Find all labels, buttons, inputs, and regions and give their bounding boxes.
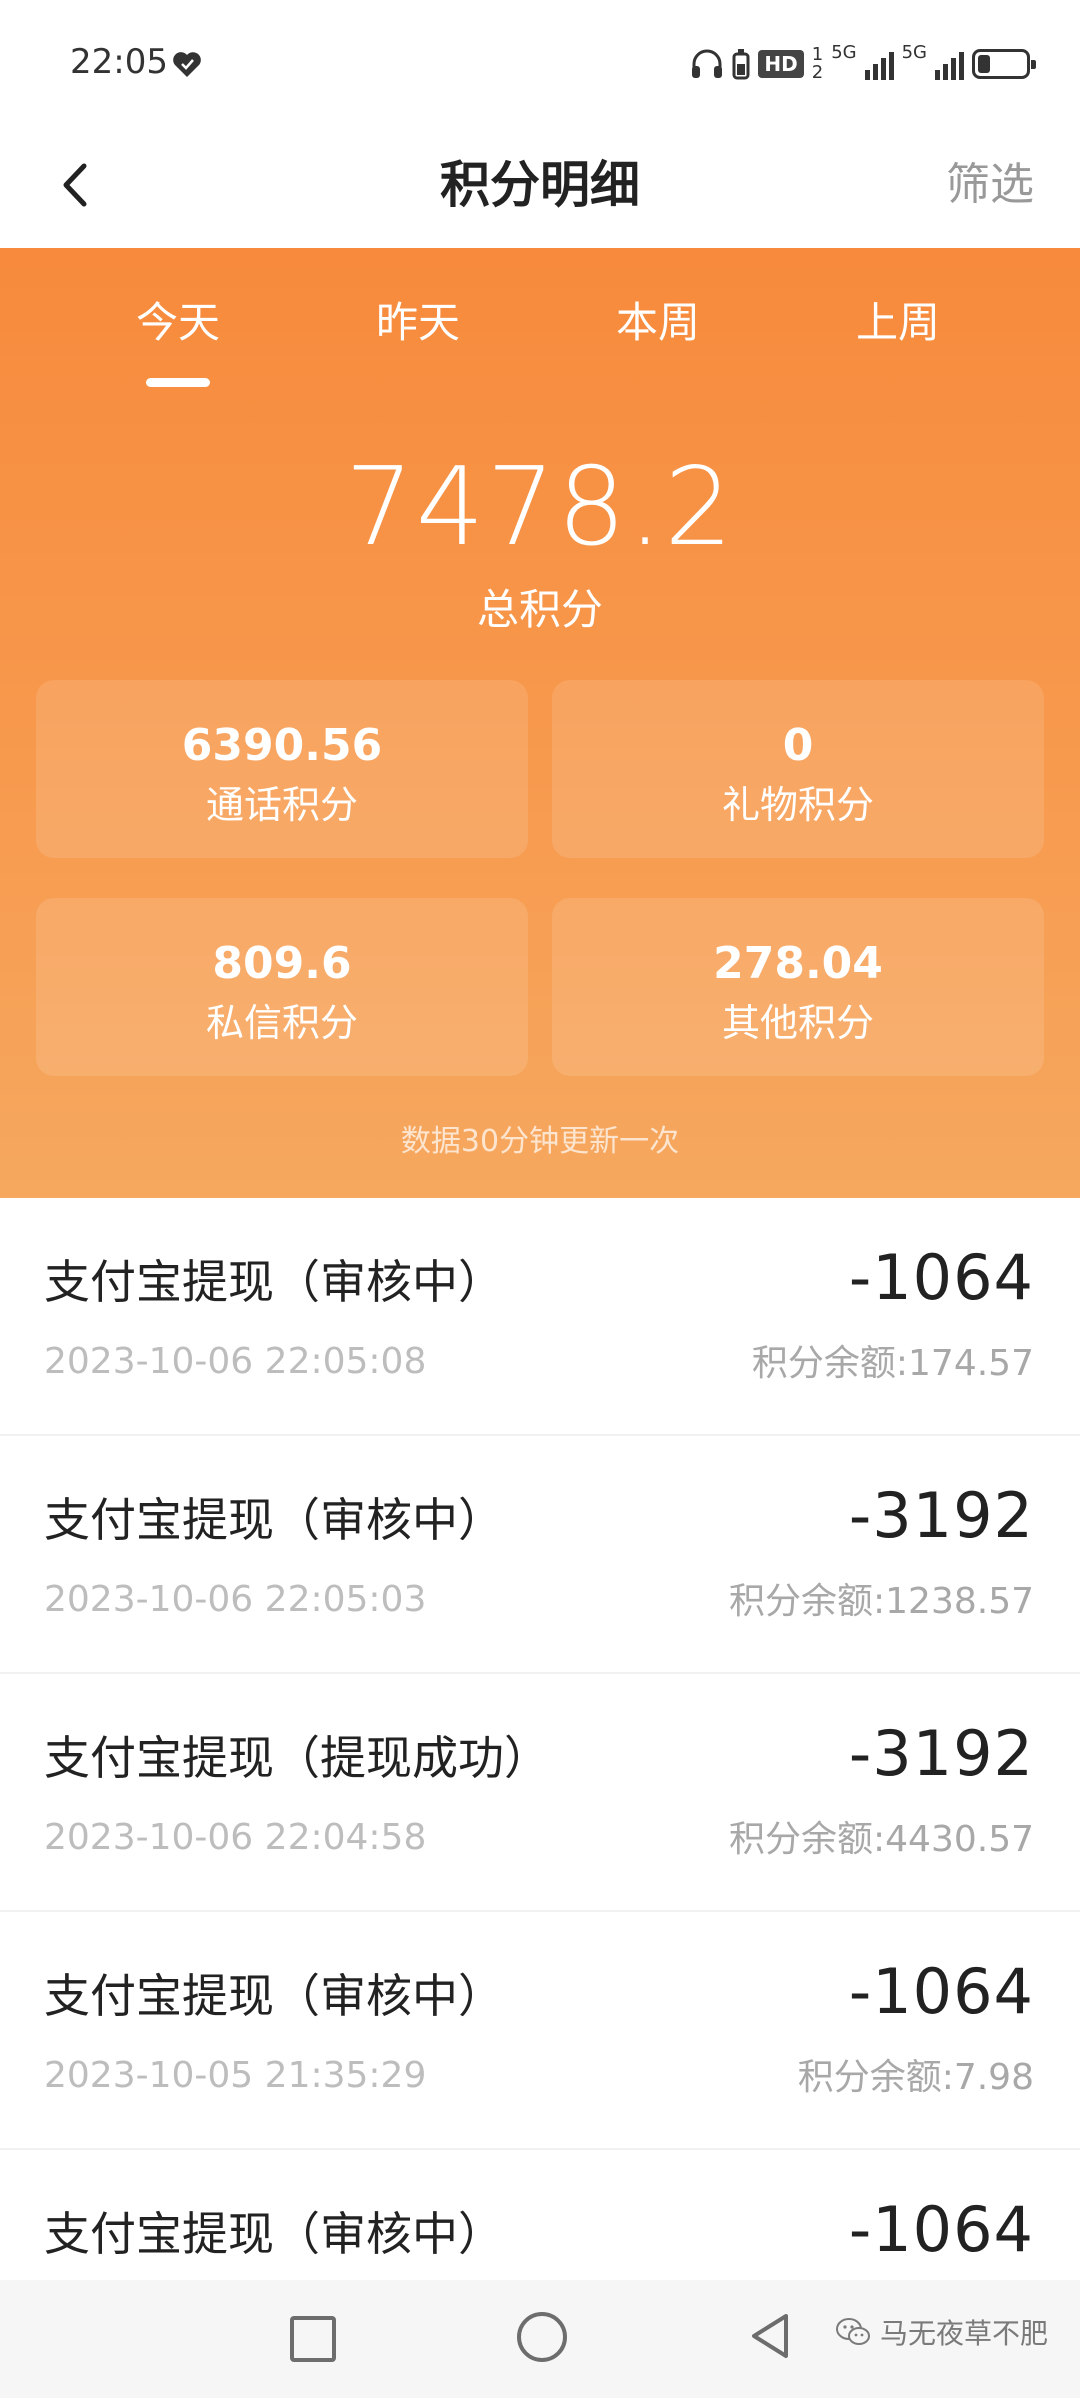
tab-today[interactable]: 今天: [78, 293, 278, 353]
recent-apps-button[interactable]: [290, 2316, 336, 2362]
gift-points-label: 礼物积分: [721, 783, 874, 827]
record-amount: -3192: [848, 1479, 1034, 1552]
call-points-card: 6390.56 通话积分: [36, 680, 528, 858]
list-item[interactable]: 支付宝提现（审核中） -1064 2023-10-06 22:05:08 积分余…: [0, 1198, 1080, 1436]
record-time: 2023-10-06 22:05:08: [44, 1341, 427, 1382]
list-item[interactable]: 支付宝提现（审核中） -1064 2023-10-05 21:35:29 积分余…: [0, 1912, 1080, 2150]
sim-index-2: 2: [811, 62, 824, 83]
home-button[interactable]: [517, 2312, 567, 2362]
record-balance: 积分余额:1238.57: [729, 1581, 1034, 1622]
gift-points-card: 0 礼物积分: [552, 680, 1044, 858]
nav-bar: 积分明细 筛选: [0, 130, 1080, 248]
earbud-battery-icon: [732, 49, 750, 80]
sim-index: 1 2: [812, 46, 823, 82]
sim2-network: 5G: [901, 42, 927, 63]
record-amount: -1064: [848, 2193, 1034, 2266]
heart-shield-icon: [173, 52, 201, 77]
status-icons: HD 1 2 5G 5G: [690, 42, 1036, 84]
tab-this-week[interactable]: 本周: [558, 293, 758, 353]
battery-level: [978, 55, 990, 73]
total-points-label: 总积分: [476, 585, 603, 634]
record-time: 2023-10-06 22:05:03: [44, 1579, 427, 1620]
record-balance: 积分余额:4430.57: [729, 1819, 1034, 1860]
other-points-label: 其他积分: [721, 1001, 874, 1045]
message-points-card: 809.6 私信积分: [36, 898, 528, 1076]
record-title: 支付宝提现（审核中）: [44, 1493, 504, 1547]
wechat-icon: [836, 2318, 870, 2345]
page-title: 积分明细: [440, 156, 640, 214]
record-title: 支付宝提现（审核中）: [44, 1969, 504, 2023]
call-points-label: 通话积分: [205, 783, 358, 827]
other-points-card: 278.04 其他积分: [552, 898, 1044, 1076]
record-title: 支付宝提现（提现成功）: [44, 1731, 550, 1785]
gift-points-value: 0: [782, 720, 814, 771]
tab-yesterday[interactable]: 昨天: [318, 293, 518, 353]
headphones-icon: [692, 49, 723, 78]
record-title: 支付宝提现（审核中）: [44, 1255, 504, 1309]
call-points-value: 6390.56: [181, 720, 383, 771]
record-amount: -1064: [848, 1241, 1034, 1314]
watermark: 马无夜草不肥: [836, 2312, 1048, 2352]
list-item[interactable]: 支付宝提现（审核中） -3192 2023-10-06 22:05:03 积分余…: [0, 1436, 1080, 1674]
record-balance: 积分余额:7.98: [797, 2057, 1034, 2098]
record-amount: -3192: [848, 1717, 1034, 1790]
filter-button[interactable]: 筛选: [946, 150, 1034, 220]
other-points-value: 278.04: [713, 938, 883, 989]
status-time: 22:05: [70, 42, 168, 82]
sim1-network: 5G: [831, 42, 857, 63]
hd-badge: HD: [758, 50, 804, 78]
watermark-text: 马无夜草不肥: [880, 2317, 1049, 2350]
message-points-value: 809.6: [212, 938, 352, 989]
record-title: 支付宝提现（审核中）: [44, 2207, 504, 2261]
points-record-list: 支付宝提现（审核中） -1064 2023-10-06 22:05:08 积分余…: [0, 1198, 1080, 2388]
record-time: 2023-10-06 22:04:58: [44, 1817, 427, 1858]
signal-2-icon: [935, 48, 964, 80]
message-points-label: 私信积分: [205, 1001, 358, 1045]
status-bar: 22:05 HD 1 2 5G 5G: [0, 0, 1080, 130]
active-tab-indicator: [146, 378, 210, 387]
total-points-value: 7478.2: [345, 445, 735, 570]
record-balance: 积分余额:174.57: [751, 1343, 1034, 1384]
tab-last-week[interactable]: 上周: [798, 293, 998, 353]
update-note: 数据30分钟更新一次: [400, 1124, 680, 1159]
list-item[interactable]: 支付宝提现（提现成功） -3192 2023-10-06 22:04:58 积分…: [0, 1674, 1080, 1912]
system-nav-bar: 马无夜草不肥: [0, 2280, 1080, 2398]
record-amount: -1064: [848, 1955, 1034, 2028]
signal-1-icon: [864, 48, 894, 80]
system-back-button[interactable]: [748, 2312, 792, 2360]
battery-icon: [972, 49, 1036, 79]
points-summary: 今天 昨天 本周 上周 7478.2 总积分 6390.56 通话积分 0 礼物…: [0, 248, 1080, 1198]
record-time: 2023-10-05 21:35:29: [44, 2055, 427, 2096]
